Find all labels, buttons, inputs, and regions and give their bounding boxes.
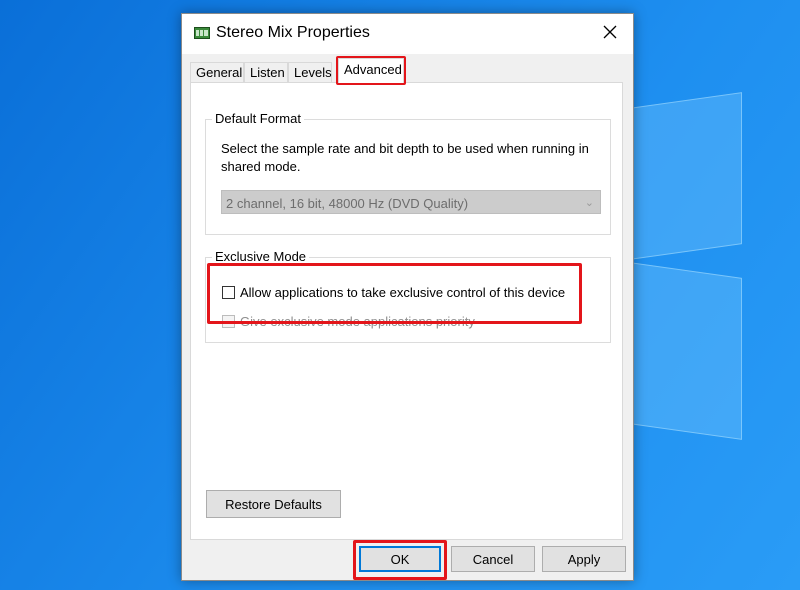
default-format-value: 2 channel, 16 bit, 48000 Hz (DVD Quality… (226, 196, 469, 211)
close-button[interactable] (587, 14, 633, 54)
default-format-description: Select the sample rate and bit depth to … (221, 141, 589, 174)
tab-levels[interactable]: Levels (288, 62, 332, 82)
advanced-tab-panel: Default Format Select the sample rate an… (190, 82, 623, 540)
chevron-down-icon: ⌄ (584, 197, 594, 209)
sound-device-icon (194, 26, 210, 39)
close-icon (603, 25, 617, 44)
title-bar[interactable]: Stereo Mix Properties (182, 14, 633, 54)
default-format-select[interactable]: 2 channel, 16 bit, 48000 Hz (DVD Quality… (221, 190, 601, 214)
exclusive-priority-checkbox (222, 315, 235, 328)
allow-exclusive-control-row[interactable]: Allow applications to take exclusive con… (222, 285, 565, 300)
restore-defaults-button[interactable]: Restore Defaults (206, 490, 341, 518)
windows-logo-graphic (620, 70, 800, 470)
exclusive-priority-label: Give exclusive mode applications priorit… (240, 314, 475, 329)
tab-listen[interactable]: Listen (244, 62, 288, 82)
cancel-button[interactable]: Cancel (451, 546, 535, 572)
exclusive-mode-group: Exclusive Mode Allow applications to tak… (205, 249, 611, 343)
window-title: Stereo Mix Properties (216, 24, 370, 41)
apply-button[interactable]: Apply (542, 546, 626, 572)
allow-exclusive-control-label: Allow applications to take exclusive con… (240, 285, 566, 300)
default-format-group: Default Format Select the sample rate an… (205, 111, 611, 235)
ok-button[interactable]: OK (359, 546, 441, 572)
allow-exclusive-control-checkbox[interactable] (222, 286, 235, 299)
tab-advanced[interactable]: Advanced (338, 58, 404, 83)
default-format-label: Default Format (212, 111, 304, 126)
exclusive-priority-row: Give exclusive mode applications priorit… (222, 314, 475, 329)
tab-general[interactable]: General (190, 62, 244, 82)
exclusive-mode-label: Exclusive Mode (212, 249, 310, 264)
properties-dialog: Stereo Mix Properties General Listen Lev… (181, 13, 634, 581)
